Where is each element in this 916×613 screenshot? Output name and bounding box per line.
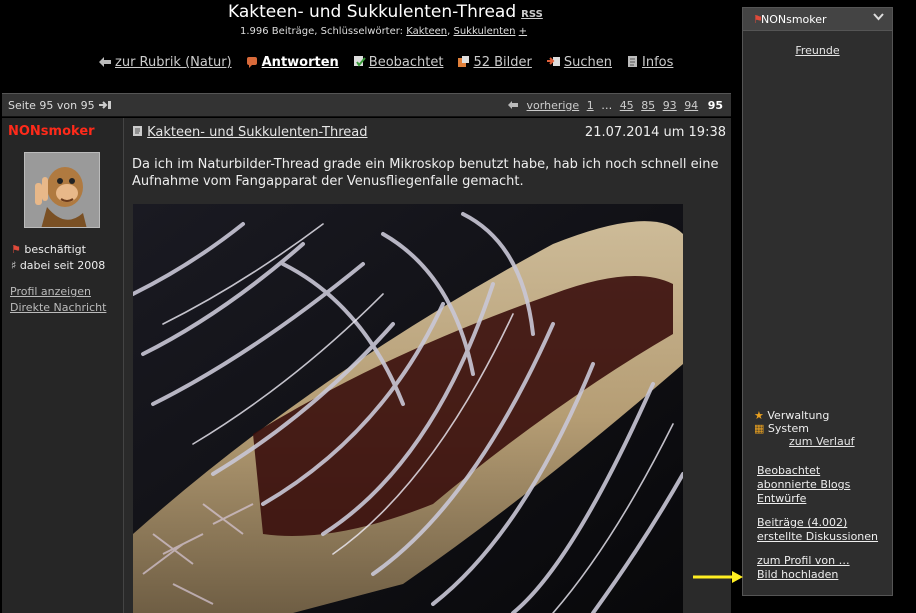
watched-link[interactable]: Beobachtet bbox=[757, 464, 850, 478]
post: NONsmoker ⚑ beschäftigt ♯ dabei seit 200… bbox=[2, 118, 731, 613]
pagination-bar: Seite 95 von 95 vorherige 1 … 45 85 93 9… bbox=[2, 93, 731, 117]
arrow-left-icon bbox=[98, 56, 112, 70]
search-button[interactable]: Suchen bbox=[546, 55, 612, 70]
watch-icon bbox=[353, 55, 366, 70]
thread-header: Kakteen- und Sukkulenten-Thread RSS bbox=[228, 2, 543, 22]
page-link-94[interactable]: 94 bbox=[684, 99, 698, 112]
images-icon bbox=[457, 55, 470, 70]
keyword-link-sukkulenten[interactable]: Sukkulenten bbox=[454, 26, 516, 37]
user-menu-toggle[interactable]: ⚑ NONsmoker bbox=[743, 8, 892, 31]
system-label: System bbox=[767, 422, 809, 435]
keyword-separator: , bbox=[447, 26, 451, 37]
direct-message-link[interactable]: Direkte Nachricht bbox=[10, 300, 106, 316]
upload-image-link[interactable]: Bild hochladen bbox=[757, 568, 850, 582]
add-keyword-link[interactable]: + bbox=[519, 26, 527, 37]
thread-actions: zur Rubrik (Natur) Antworten Beobachtet … bbox=[98, 55, 673, 70]
sidebar-links-profile: zum Profil von … Bild hochladen bbox=[757, 554, 850, 582]
chevron-down-icon[interactable] bbox=[873, 11, 884, 25]
view-profile-link[interactable]: Profil anzeigen bbox=[10, 284, 106, 300]
page-link-93[interactable]: 93 bbox=[663, 99, 677, 112]
info-label[interactable]: Infos bbox=[642, 55, 673, 70]
system-icon: ▦ bbox=[754, 422, 765, 435]
stats-text: 1.996 Beiträge, Schlüsselwörter: bbox=[240, 26, 404, 37]
page-info-text: Seite 95 von 95 bbox=[8, 99, 95, 112]
admin-label: Verwaltung bbox=[767, 409, 830, 422]
page-link-45[interactable]: 45 bbox=[620, 99, 634, 112]
subscribed-blogs-link[interactable]: abonnierte Blogs bbox=[757, 478, 850, 492]
page-ellipsis: … bbox=[601, 99, 613, 112]
search-label[interactable]: Suchen bbox=[564, 55, 612, 70]
thread-stats: 1.996 Beiträge, Schlüsselwörter: Kakteen… bbox=[240, 26, 527, 37]
images-label[interactable]: 52 Bilder bbox=[473, 55, 531, 70]
post-image[interactable] bbox=[133, 204, 683, 613]
member-since: dabei seit 2008 bbox=[19, 259, 106, 272]
rss-link[interactable]: RSS bbox=[521, 9, 543, 20]
page-link-85[interactable]: 85 bbox=[641, 99, 655, 112]
posts-link[interactable]: Beiträge (4.002) bbox=[757, 516, 878, 530]
keyword-link-kakteen[interactable]: Kakteen bbox=[406, 26, 447, 37]
sidebar-links-watch: Beobachtet abonnierte Blogs Entwürfe bbox=[757, 464, 850, 506]
prev-page-link[interactable]: vorherige bbox=[527, 99, 580, 112]
admin-icon: ★ bbox=[754, 409, 764, 422]
avatar[interactable] bbox=[24, 152, 100, 228]
sidebar-links-posts: Beiträge (4.002) erstellte Diskussionen bbox=[757, 516, 878, 544]
pager: vorherige 1 … 45 85 93 94 95 bbox=[507, 99, 723, 112]
busy-icon: ⚑ bbox=[11, 243, 21, 256]
author-name[interactable]: NONsmoker bbox=[8, 124, 95, 139]
search-icon bbox=[546, 55, 561, 70]
user-sidebar: ⚑ NONsmoker Freunde ★ Verwaltung ▦ Syste… bbox=[742, 7, 893, 596]
arrow-right-icon bbox=[692, 570, 744, 587]
watch-label[interactable]: Beobachtet bbox=[369, 55, 444, 70]
admin-block: ★ Verwaltung ▦ System zum Verlauf bbox=[754, 409, 855, 448]
back-to-category-button[interactable]: zur Rubrik (Natur) bbox=[98, 55, 232, 70]
reply-label[interactable]: Antworten bbox=[262, 55, 339, 70]
author-links: Profil anzeigen Direkte Nachricht bbox=[10, 284, 106, 316]
reply-icon bbox=[246, 55, 259, 70]
reply-button[interactable]: Antworten bbox=[246, 55, 339, 70]
jump-to-page-icon[interactable] bbox=[98, 99, 112, 112]
author-status: ⚑ beschäftigt ♯ dabei seit 2008 bbox=[11, 242, 105, 274]
back-to-category-label[interactable]: zur Rubrik (Natur) bbox=[115, 55, 232, 70]
page-info: Seite 95 von 95 bbox=[8, 99, 112, 112]
drafts-link[interactable]: Entwürfe bbox=[757, 492, 850, 506]
post-body: Kakteen- und Sukkulenten-Thread 21.07.20… bbox=[132, 118, 730, 613]
post-title-row: Kakteen- und Sukkulenten-Thread bbox=[132, 125, 367, 140]
post-title-link[interactable]: Kakteen- und Sukkulenten-Thread bbox=[147, 125, 367, 140]
status-text: beschäftigt bbox=[24, 243, 86, 256]
prev-arrow-icon bbox=[508, 101, 519, 109]
user-menu-name: NONsmoker bbox=[761, 13, 827, 26]
info-button[interactable]: Infos bbox=[626, 55, 673, 70]
page-link-1[interactable]: 1 bbox=[587, 99, 594, 112]
post-date: 21.07.2014 um 19:38 bbox=[584, 125, 726, 140]
post-doc-icon bbox=[132, 125, 147, 140]
history-link[interactable]: zum Verlauf bbox=[789, 435, 855, 448]
created-discussions-link[interactable]: erstellte Diskussionen bbox=[757, 530, 878, 544]
friends-link-wrap: Freunde bbox=[743, 44, 892, 57]
thread-title: Kakteen- und Sukkulenten-Thread bbox=[228, 2, 517, 22]
author-column: NONsmoker ⚑ beschäftigt ♯ dabei seit 200… bbox=[2, 118, 124, 613]
member-icon: ♯ bbox=[11, 259, 17, 272]
current-page: 95 bbox=[707, 99, 723, 112]
friends-link[interactable]: Freunde bbox=[795, 44, 839, 57]
info-icon bbox=[626, 55, 639, 70]
post-text: Da ich im Naturbilder-Thread grade ein M… bbox=[132, 157, 719, 189]
watch-button[interactable]: Beobachtet bbox=[353, 55, 444, 70]
images-button[interactable]: 52 Bilder bbox=[457, 55, 532, 70]
to-profile-link[interactable]: zum Profil von … bbox=[757, 554, 850, 568]
